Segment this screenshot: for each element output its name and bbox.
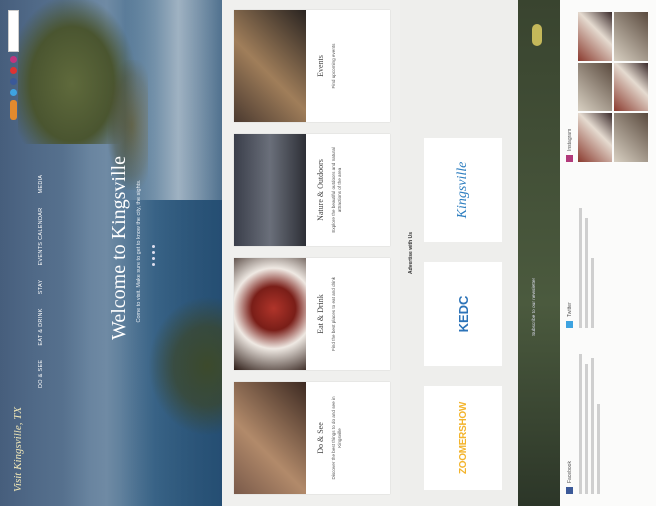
sponsor-kingsville[interactable]: Kingsville <box>424 138 502 242</box>
hero-palms <box>148 296 222 436</box>
feature-cards: Do & See Discover the best things to do … <box>222 0 400 506</box>
site-logo[interactable]: Visit Kingsville, TX <box>12 407 24 492</box>
feed-label: Twitter <box>566 302 573 317</box>
card-nature[interactable]: Nature & Outdoors Explore the beautiful … <box>234 134 390 246</box>
website-canvas: Visit Kingsville, TX Do & See Eat & Drin… <box>0 0 656 506</box>
slide-dot[interactable] <box>152 251 155 254</box>
card-events[interactable]: Events Find upcoming events <box>234 10 390 122</box>
sponsor-logo-kingsville: Kingsville <box>455 161 470 219</box>
feed-header[interactable]: Facebook <box>566 344 573 494</box>
nav-item-do-see[interactable]: Do & See <box>38 360 44 388</box>
card-title: Do & See <box>316 422 325 454</box>
sponsor-logo-part-a: ZOOMER <box>457 431 469 475</box>
slide-dot[interactable] <box>152 245 155 248</box>
search-input[interactable] <box>8 10 19 52</box>
feed-label: Facebook <box>566 461 573 483</box>
card-photo <box>234 10 306 122</box>
card-desc: Explore the beautiful outdoors and natur… <box>331 147 343 233</box>
newsletter-text: Subscribe to our newsletter <box>532 277 537 336</box>
sponsor-logo-part-b: SHOW <box>457 402 469 432</box>
card-title: Eat & Drink <box>316 294 325 334</box>
instagram-feed: Instagram <box>566 12 652 162</box>
slide-dot[interactable] <box>152 263 155 266</box>
nav-item-events[interactable]: Events Calendar <box>38 208 44 266</box>
hero-slide-dots[interactable] <box>152 245 155 266</box>
sponsor-kedc[interactable]: KEDC <box>424 262 502 366</box>
newsletter-band: Subscribe to our newsletter <box>518 0 560 506</box>
instagram-icon[interactable] <box>10 56 17 63</box>
card-photo <box>234 382 306 494</box>
facebook-icon[interactable] <box>10 78 17 85</box>
sponsor-logo-kedc: KEDC <box>455 295 471 333</box>
card-desc: Discover the best things to do and see i… <box>331 396 343 480</box>
advertise-title: Advertise with Us <box>408 232 414 274</box>
instagram-icon <box>566 155 573 162</box>
language-selector[interactable] <box>10 100 17 120</box>
feed-header[interactable]: Twitter <box>566 178 573 328</box>
feed-body <box>579 178 594 328</box>
card-desc: Find the best places to eat and drink <box>331 276 336 352</box>
nav-item-media[interactable]: Media <box>38 175 44 194</box>
top-tools <box>8 10 19 120</box>
card-title: Nature & Outdoors <box>316 159 325 221</box>
sponsor-logo-zoomershow: ZOOMERSHOW <box>458 402 469 474</box>
card-photo <box>234 258 306 370</box>
sponsor-zoomershow[interactable]: ZOOMERSHOW <box>424 386 502 490</box>
card-eat-drink[interactable]: Eat & Drink Find the best places to eat … <box>234 258 390 370</box>
instagram-grid[interactable] <box>578 12 648 162</box>
signup-button[interactable] <box>532 24 542 46</box>
main-nav: Do & See Eat & Drink Stay Events Calenda… <box>38 175 44 388</box>
feed-header[interactable]: Instagram <box>566 12 573 162</box>
nav-item-eat-drink[interactable]: Eat & Drink <box>38 308 44 345</box>
feed-label: Instagram <box>566 128 573 151</box>
card-do-see[interactable]: Do & See Discover the best things to do … <box>234 382 390 494</box>
hero-subtitle: Come to visit. Make sure to get to know … <box>136 179 142 323</box>
card-photo <box>234 134 306 246</box>
facebook-icon <box>566 487 573 494</box>
advertise-section: Advertise with Us ZOOMERSHOW KEDC Kingsv… <box>400 0 518 506</box>
facebook-feed: Facebook <box>566 344 652 494</box>
youtube-icon[interactable] <box>10 67 17 74</box>
social-feeds: Facebook Twitter Instagram <box>560 0 656 506</box>
card-desc: Find upcoming events <box>331 43 336 89</box>
twitter-feed: Twitter <box>566 178 652 328</box>
card-title: Events <box>316 55 325 77</box>
twitter-icon <box>566 321 573 328</box>
slide-dot[interactable] <box>152 257 155 260</box>
hero-title: Welcome to Kingsville <box>108 156 130 340</box>
nav-item-stay[interactable]: Stay <box>38 280 44 295</box>
feed-body <box>579 344 600 494</box>
hero-section: Visit Kingsville, TX Do & See Eat & Drin… <box>0 0 222 506</box>
twitter-icon[interactable] <box>10 89 17 96</box>
